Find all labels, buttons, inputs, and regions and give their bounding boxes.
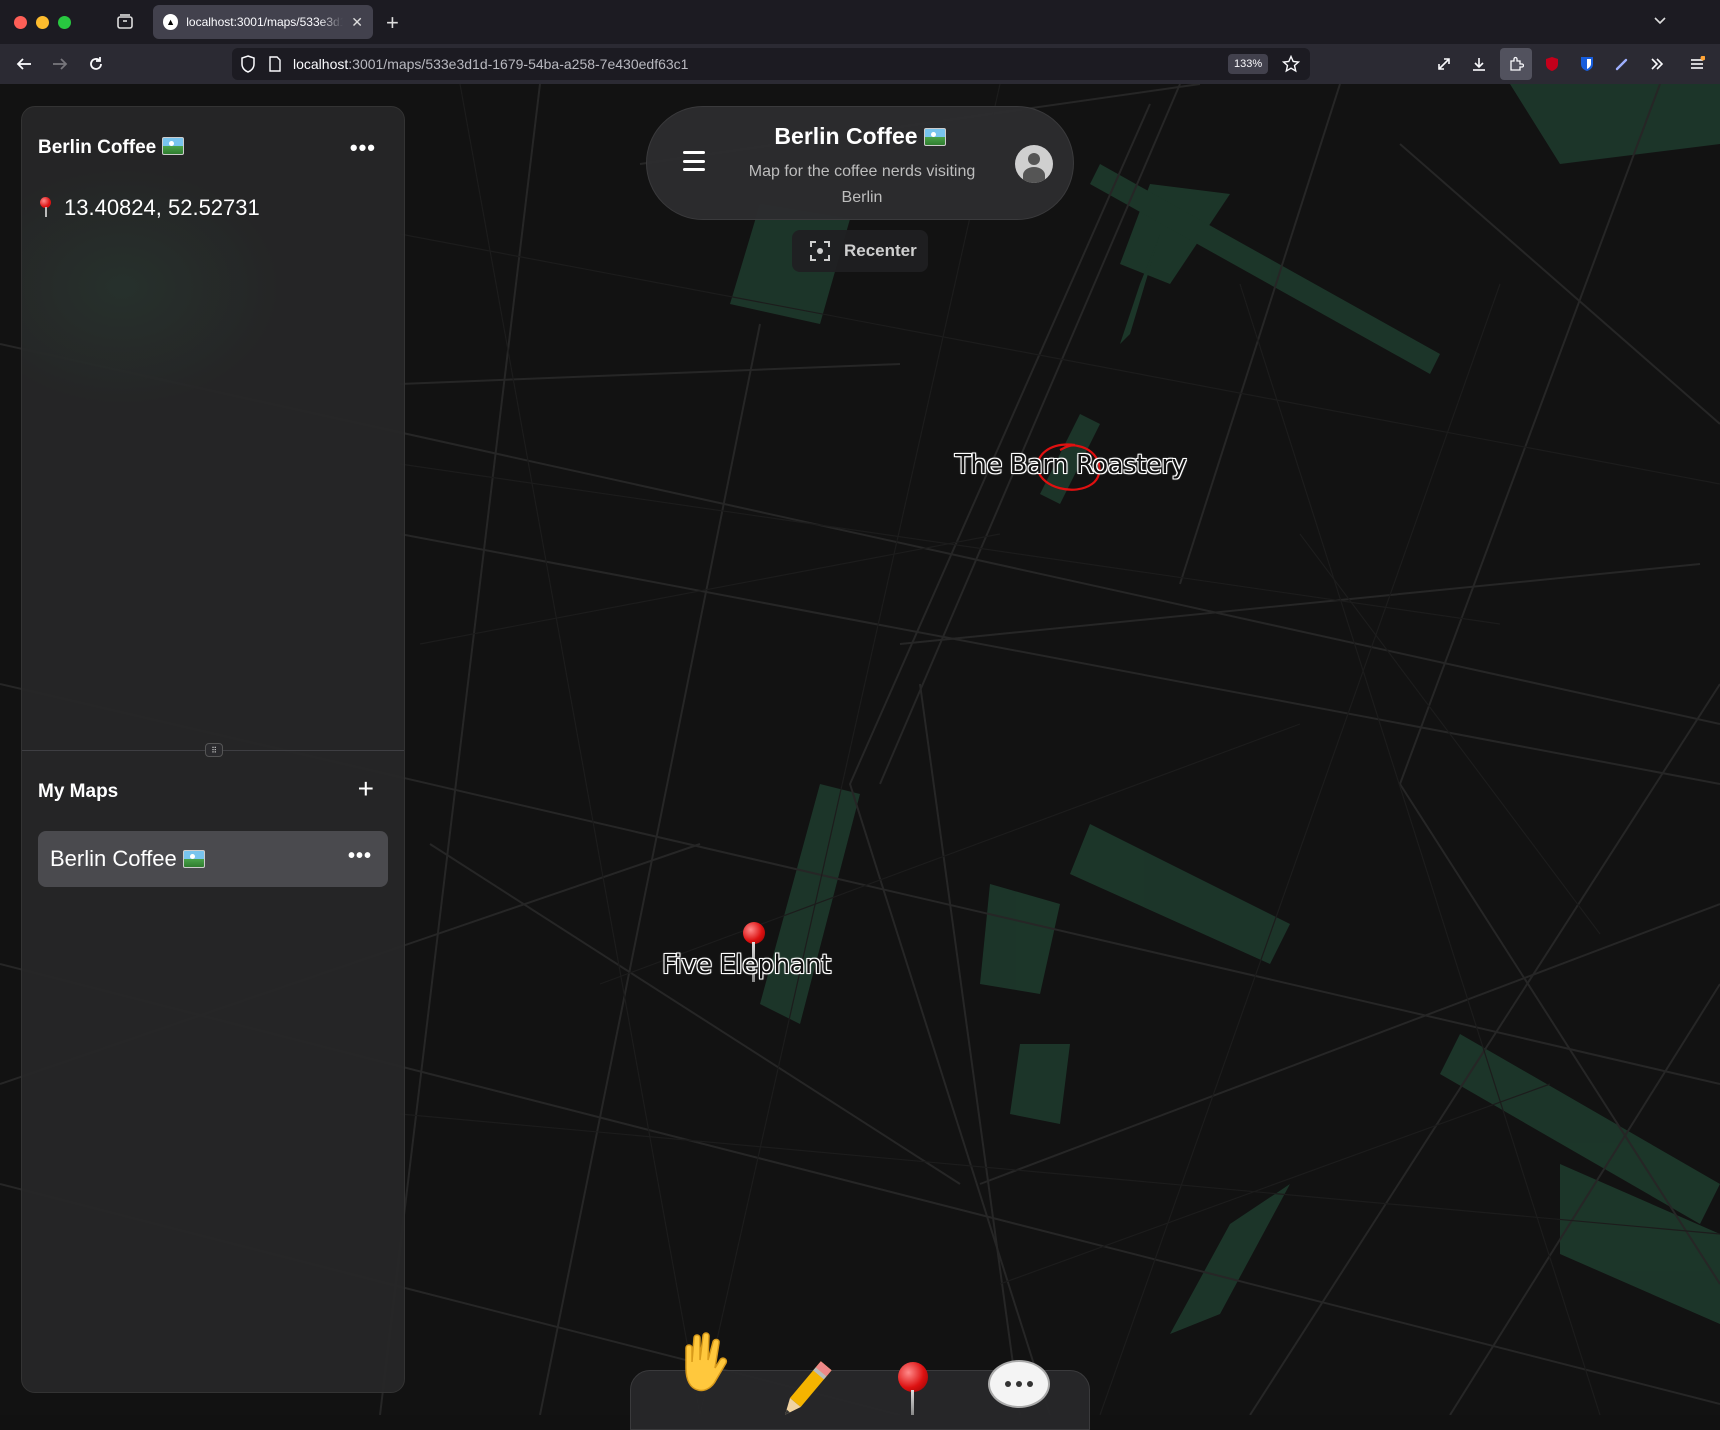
sidebar-map-title: Berlin Coffee xyxy=(38,137,185,159)
sidebar-more-button[interactable]: ••• xyxy=(350,135,376,161)
chevron-down-icon[interactable] xyxy=(1652,12,1668,33)
resize-handle-icon[interactable]: ⠿ xyxy=(205,743,223,757)
close-tab-icon[interactable]: ✕ xyxy=(351,14,363,31)
coordinates-display: 13.40824, 52.52731 xyxy=(38,195,260,221)
comment-icon[interactable] xyxy=(988,1360,1050,1408)
map-header-card: Berlin Coffee Map for the coffee nerds v… xyxy=(646,106,1074,220)
map-title: Berlin Coffee xyxy=(647,123,1073,150)
download-icon[interactable] xyxy=(1467,52,1491,76)
world-map-icon xyxy=(182,850,205,868)
browser-nav-bar: localhost:3001/maps/533e3d1d-1679-54ba-a… xyxy=(0,44,1720,84)
reload-icon[interactable] xyxy=(84,52,108,76)
hand-icon[interactable] xyxy=(668,1328,738,1398)
shield-icon[interactable] xyxy=(240,55,256,78)
bookmark-star-icon[interactable] xyxy=(1281,54,1301,78)
recenter-button[interactable]: Recenter xyxy=(792,230,928,272)
minimize-window-button[interactable] xyxy=(36,15,49,29)
hamburger-menu-icon[interactable] xyxy=(683,151,705,171)
close-window-button[interactable] xyxy=(14,15,27,29)
map-subtitle: Map for the coffee nerds visiting Berlin xyxy=(748,163,976,206)
recenter-focus-icon xyxy=(810,241,830,261)
tab-title: localhost:3001/maps/533e3d1d-1679-54ba-a… xyxy=(186,15,344,29)
add-map-button[interactable]: + xyxy=(358,773,374,805)
sidebar-panel: Berlin Coffee ••• 13.40824, 52.52731 ⠿ M… xyxy=(21,106,405,1393)
map-list-item[interactable]: Berlin Coffee ••• xyxy=(38,831,388,887)
window-controls xyxy=(14,15,71,29)
pin-icon[interactable] xyxy=(898,1362,928,1415)
map-list-item-label: Berlin Coffee xyxy=(50,846,177,871)
extensions-puzzle-icon[interactable] xyxy=(1500,48,1532,80)
pencil-icon[interactable] xyxy=(770,1356,840,1415)
zoom-level-badge[interactable]: 133% xyxy=(1228,54,1269,74)
browser-tab-active[interactable]: ▲ localhost:3001/maps/533e3d1d-1679-54ba… xyxy=(153,5,373,39)
map-title-text: Berlin Coffee xyxy=(774,123,918,149)
place-label-barn-roastery[interactable]: The Barn Roastery xyxy=(955,450,1187,480)
color-picker-icon[interactable] xyxy=(1610,52,1634,76)
fullscreen-icon[interactable] xyxy=(1432,52,1456,76)
round-pushpin-icon xyxy=(38,197,52,219)
app-menu-icon[interactable] xyxy=(1685,52,1709,76)
forward-icon[interactable] xyxy=(48,52,72,76)
pin-head xyxy=(743,922,765,944)
page-info-icon[interactable] xyxy=(268,56,282,77)
url-path: :3001/maps/533e3d1d-1679-54ba-a258-7e430… xyxy=(348,56,689,72)
world-map-icon xyxy=(923,128,946,146)
my-maps-heading: My Maps xyxy=(38,781,119,802)
maximize-window-button[interactable] xyxy=(58,15,71,29)
world-map-icon xyxy=(162,137,185,155)
favicon-icon: ▲ xyxy=(163,14,179,30)
sidebar-map-title-text: Berlin Coffee xyxy=(38,137,157,158)
ublock-shield-icon[interactable] xyxy=(1540,52,1564,76)
recenter-label: Recenter xyxy=(844,241,917,260)
overflow-chevrons-icon[interactable] xyxy=(1645,52,1669,76)
place-label-five-elephant[interactable]: Five Elephant xyxy=(662,950,831,980)
map-item-more-button[interactable]: ••• xyxy=(348,845,372,868)
url-text[interactable]: localhost:3001/maps/533e3d1d-1679-54ba-a… xyxy=(293,56,688,72)
url-bar[interactable]: localhost:3001/maps/533e3d1d-1679-54ba-a… xyxy=(232,48,1310,80)
browser-tab-bar: ▲ localhost:3001/maps/533e3d1d-1679-54ba… xyxy=(0,0,1720,44)
new-tab-button[interactable]: + xyxy=(386,10,399,36)
back-icon[interactable] xyxy=(12,52,36,76)
user-avatar[interactable] xyxy=(1015,145,1053,183)
coordinates-text: 13.40824, 52.52731 xyxy=(64,195,260,220)
bitwarden-shield-icon[interactable] xyxy=(1575,52,1599,76)
url-host: localhost xyxy=(293,56,349,72)
tab-overview-icon[interactable] xyxy=(115,12,135,32)
